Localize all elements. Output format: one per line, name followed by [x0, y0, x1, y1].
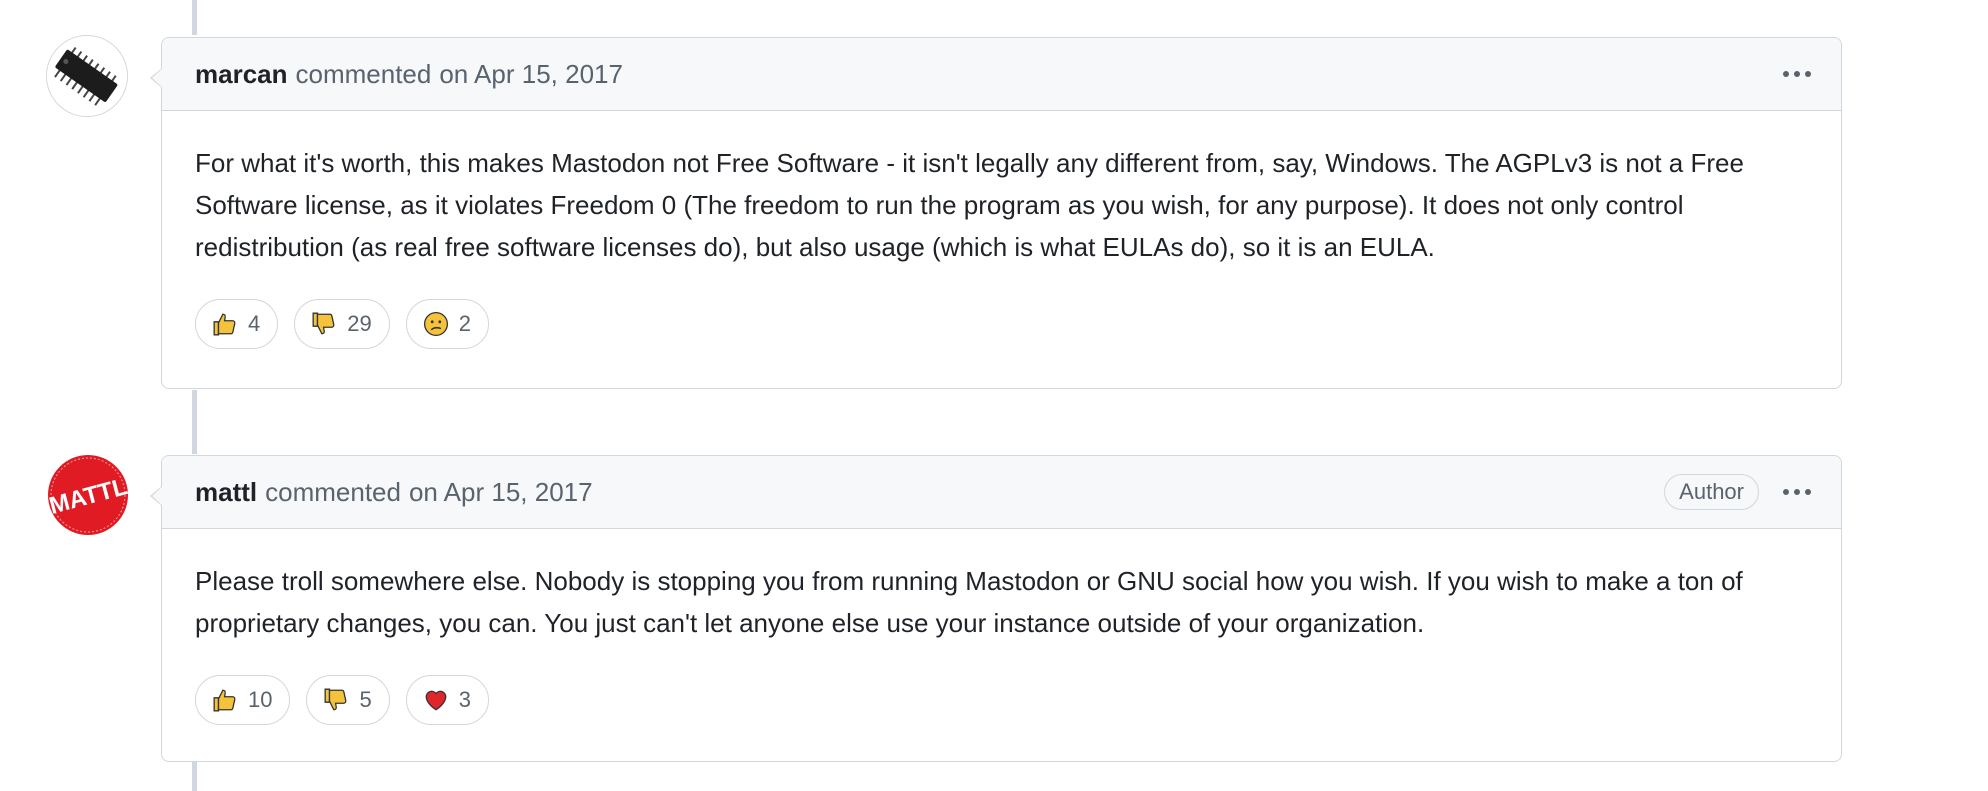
- avatar-mattl[interactable]: MATTL: [46, 453, 130, 535]
- reaction-thumbs-down[interactable]: 29: [294, 299, 390, 349]
- comment-author[interactable]: mattl: [195, 477, 257, 508]
- reaction-heart[interactable]: 3: [405, 675, 489, 725]
- more-options-icon[interactable]: [1781, 67, 1813, 81]
- confused-face-icon: [423, 311, 448, 337]
- reaction-confused[interactable]: 2: [405, 299, 489, 349]
- comment-header: marcan commented on Apr 15, 2017: [162, 38, 1841, 111]
- comment-header: mattl commented on Apr 15, 2017 Author: [162, 456, 1841, 529]
- mattl-avatar-icon: MATTL: [46, 455, 130, 535]
- avatar-marcan[interactable]: [46, 35, 128, 117]
- comment-body: Please troll somewhere else. Nobody is s…: [195, 566, 1743, 638]
- comment-timestamp[interactable]: on Apr 15, 2017: [439, 59, 623, 90]
- reaction-count: 10: [248, 687, 273, 712]
- reaction-count: 5: [359, 687, 372, 712]
- reactions-bar: 4 29 2: [162, 268, 1841, 381]
- comment-body: For what it's worth, this makes Mastodon…: [195, 148, 1744, 262]
- comment-action: commented: [265, 476, 401, 507]
- thumbs-up-icon: [213, 313, 236, 336]
- comment-card: mattl commented on Apr 15, 2017 Author P…: [150, 455, 1842, 762]
- reaction-count: 29: [347, 311, 372, 336]
- reaction-count: 4: [248, 311, 261, 336]
- thumbs-down-icon: [312, 312, 335, 335]
- comment-action: commented: [295, 58, 432, 89]
- reaction-thumbs-down[interactable]: 5: [306, 675, 390, 725]
- more-options-icon[interactable]: [1781, 485, 1813, 499]
- timeline-line: [192, 762, 197, 791]
- reaction-thumbs-up[interactable]: 4: [195, 299, 279, 349]
- author-badge: Author: [1664, 474, 1759, 510]
- comment-author[interactable]: marcan: [195, 59, 288, 90]
- ic-chip-icon: [47, 36, 127, 116]
- reaction-thumbs-up[interactable]: 10: [195, 675, 291, 725]
- reaction-count: 3: [458, 687, 471, 712]
- reactions-bar: 10 5 3: [162, 644, 1841, 757]
- thumbs-down-icon: [325, 688, 347, 711]
- timeline-line: [192, 0, 197, 35]
- reaction-count: 2: [458, 311, 471, 336]
- comment-card: marcan commented on Apr 15, 2017 For wha…: [150, 37, 1842, 389]
- comment-timestamp[interactable]: on Apr 15, 2017: [409, 477, 593, 508]
- heart-icon: [425, 690, 447, 711]
- thumbs-up-icon: [213, 689, 236, 712]
- timeline-line: [192, 390, 197, 454]
